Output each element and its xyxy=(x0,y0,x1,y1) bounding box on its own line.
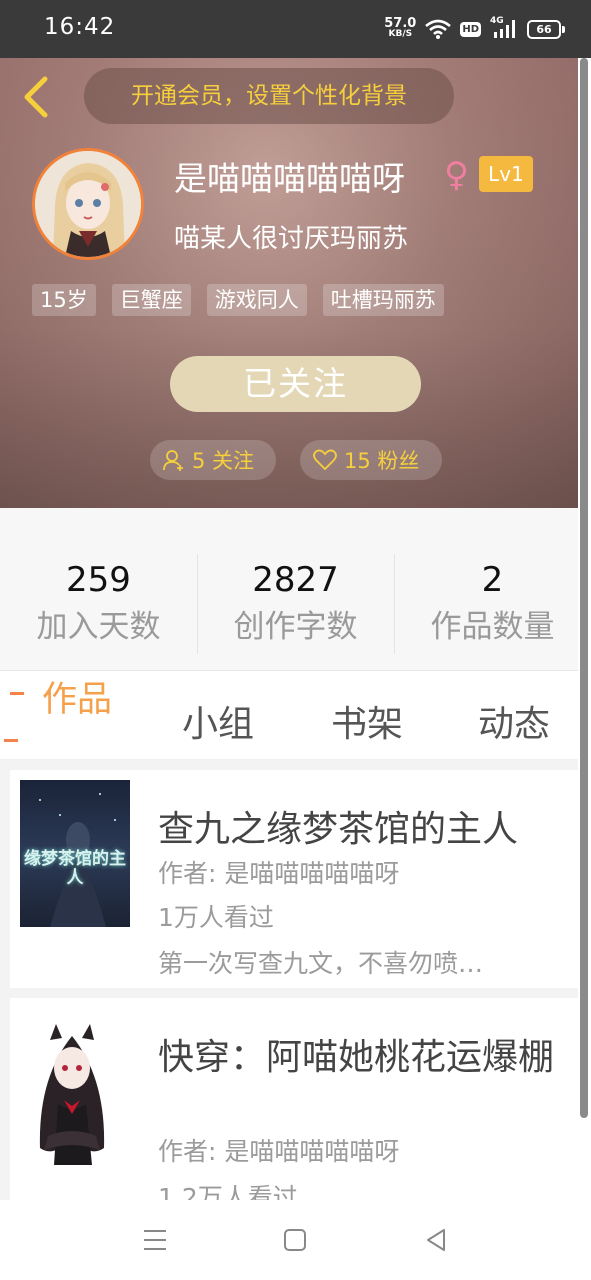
vip-background-prompt[interactable]: 开通会员，设置个性化背景 xyxy=(84,68,454,124)
stat-label: 创作字数 xyxy=(233,609,358,645)
tag-zodiac: 巨蟹座 xyxy=(111,284,191,316)
works-list: 缘梦茶馆的主人 查九之缘梦茶馆的主人 作者: 是喵喵喵喵喵呀 1万人看过 第一次… xyxy=(0,760,578,1200)
network-speed: 57.0 KB/S xyxy=(384,16,417,39)
book-views: 1万人看过 xyxy=(158,903,274,932)
follow-button[interactable]: 已关注 xyxy=(170,356,421,412)
add-user-icon xyxy=(163,450,183,471)
fans-count: 15 粉丝 xyxy=(344,449,420,473)
menu-icon[interactable] xyxy=(137,1222,173,1258)
hd-badge: HD xyxy=(460,21,481,37)
level-badge: Lv1 xyxy=(479,156,533,192)
following-count: 5 关注 xyxy=(192,449,255,473)
user-stats: 259 加入天数 2827 创作字数 2 作品数量 xyxy=(0,508,578,671)
female-icon: ♀ xyxy=(444,155,469,195)
following-button[interactable]: 5 关注 xyxy=(150,440,276,480)
battery-icon: 66 xyxy=(527,19,565,39)
book-views: 1.2万人看过 xyxy=(158,1183,298,1200)
stat-value: 2 xyxy=(481,560,504,600)
stat-value: 2827 xyxy=(252,560,339,600)
stat-label: 加入天数 xyxy=(36,609,161,645)
profile-header: 开通会员，设置个性化背景 是喵喵喵喵喵呀 ♀ Lv1 喵某人很讨厌玛丽苏 15岁… xyxy=(0,58,591,508)
header-background xyxy=(0,58,591,508)
back-triangle-icon[interactable] xyxy=(418,1222,454,1258)
tag-genre: 游戏同人 xyxy=(206,284,307,316)
battery-level: 66 xyxy=(536,22,552,36)
book-author: 作者: 是喵喵喵喵喵呀 xyxy=(158,859,400,888)
tab-bookshelf[interactable]: 书架 xyxy=(331,695,403,747)
tag-interest: 吐槽玛丽苏 xyxy=(322,284,444,316)
network-speed-value: 57.0 xyxy=(384,16,417,31)
list-item[interactable]: 快穿：阿喵她桃花运爆棚 作者: 是喵喵喵喵喵呀 1.2万人看过 xyxy=(10,998,578,1200)
chevron-left-icon xyxy=(24,76,48,118)
user-bio: 喵某人很讨厌玛丽苏 xyxy=(174,224,409,254)
status-bar: 16:42 57.0 KB/S HD 4G 66 xyxy=(0,0,591,58)
fans-button[interactable]: 15 粉丝 xyxy=(300,440,442,480)
tab-groups[interactable]: 小组 xyxy=(182,695,254,747)
stat-words-written: 2827 创作字数 xyxy=(197,558,394,652)
tag-age: 15岁 xyxy=(32,284,96,316)
tab-activity[interactable]: 动态 xyxy=(478,695,550,747)
profile-tabs: 作品 小组 书架 动态 xyxy=(0,671,578,759)
avatar[interactable] xyxy=(32,148,144,260)
book-author: 作者: 是喵喵喵喵喵呀 xyxy=(158,1137,400,1166)
home-icon[interactable] xyxy=(277,1222,313,1258)
back-button[interactable] xyxy=(14,72,58,122)
book-title: 查九之缘梦茶馆的主人 xyxy=(158,809,519,850)
tab-works[interactable]: 作品 xyxy=(42,671,112,722)
signal-icon: 4G xyxy=(490,16,518,40)
system-nav-bar xyxy=(0,1200,591,1280)
scrollbar-thumb[interactable] xyxy=(580,58,588,1118)
avatar-image xyxy=(35,151,141,257)
status-icons: 57.0 KB/S HD 4G 66 xyxy=(384,12,565,46)
book-title: 快穿：阿喵她桃花运爆棚 xyxy=(158,1037,555,1078)
list-item[interactable]: 缘梦茶馆的主人 查九之缘梦茶馆的主人 作者: 是喵喵喵喵喵呀 1万人看过 第一次… xyxy=(10,770,578,988)
status-time: 16:42 xyxy=(44,14,116,40)
stat-works-count: 2 作品数量 xyxy=(394,558,591,652)
heart-icon xyxy=(313,449,337,471)
book-summary: 第一次写查九文，不喜勿喷… xyxy=(158,949,484,978)
stat-days-joined: 259 加入天数 xyxy=(0,558,197,652)
user-tags: 15岁 巨蟹座 游戏同人 吐槽玛丽苏 xyxy=(32,284,444,316)
scrollbar[interactable] xyxy=(578,58,591,1200)
tab-indicator xyxy=(10,692,24,695)
cover-title: 缘梦茶馆的主人 xyxy=(24,849,126,888)
book-cover xyxy=(20,1018,130,1165)
stat-value: 259 xyxy=(66,560,131,600)
network-speed-unit: KB/S xyxy=(388,29,413,39)
username: 是喵喵喵喵喵呀 xyxy=(174,159,405,198)
book-cover: 缘梦茶馆的主人 xyxy=(20,780,130,927)
tab-indicator xyxy=(4,739,18,742)
stat-label: 作品数量 xyxy=(430,609,555,645)
wifi-icon xyxy=(425,19,452,39)
